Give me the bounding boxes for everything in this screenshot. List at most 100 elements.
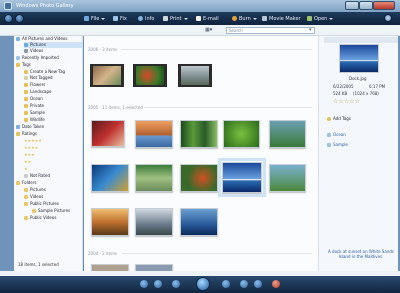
burn-menu[interactable]: Burn (232, 15, 257, 23)
toolbar: File Fix Info Print E-mail Burn Movie Ma… (0, 12, 400, 25)
photo-thumbnail[interactable] (269, 120, 306, 148)
rating-4-stars[interactable]: ★★★★ (24, 145, 38, 151)
fix-icon (113, 16, 118, 21)
video-thumbnail[interactable] (178, 64, 212, 87)
photo-thumbnail[interactable] (135, 264, 173, 271)
info-icon (138, 16, 143, 21)
preview-image (339, 44, 379, 73)
photo-thumbnail[interactable] (91, 164, 129, 192)
sidebar-item-folders[interactable]: Folders (16, 180, 36, 186)
close-button[interactable] (373, 1, 395, 10)
file-size: 524 KB (333, 91, 348, 96)
photo-thumbnail[interactable] (91, 208, 129, 236)
group-divider (122, 49, 312, 50)
photo-thumbnail[interactable] (223, 120, 260, 148)
rating-1-star[interactable]: ★ (24, 166, 28, 172)
app-icon (4, 2, 12, 10)
sidebar-item-ocean[interactable]: Ocean (24, 96, 43, 102)
selected-photo-thumbnail[interactable] (218, 158, 266, 197)
previous-button[interactable] (172, 280, 180, 288)
sidebar-item-videos[interactable]: Videos (24, 48, 43, 54)
add-tags-button[interactable]: Add Tags (327, 116, 351, 121)
video-thumbnail[interactable] (133, 64, 167, 87)
photo-thumbnail[interactable] (135, 208, 173, 236)
file-menu[interactable]: File (84, 15, 106, 23)
rotate-right-button[interactable] (254, 280, 262, 288)
maximize-button[interactable] (359, 1, 373, 10)
folder-icon (16, 181, 20, 185)
next-button[interactable] (222, 280, 230, 288)
sidebar-item-folder-pictures[interactable]: Pictures (24, 187, 46, 193)
image-caption[interactable]: A dock at sunset on White Sands Island i… (325, 249, 397, 259)
sidebar-item-not-tagged[interactable]: Not Tagged (24, 75, 53, 81)
chevron-down-icon (329, 17, 334, 20)
photos-icon (16, 37, 20, 41)
sidebar-item-landscape[interactable]: Landscape (24, 89, 52, 95)
photo-thumbnail[interactable] (91, 120, 125, 147)
rating-5-stars[interactable]: ★★★★★ (24, 138, 42, 144)
thumbnail-pane: 2006 - 3 items 2005 - 11 items, 1 select… (84, 36, 318, 271)
photo-thumbnail[interactable] (180, 164, 218, 192)
view-options-button[interactable]: ▦▾ (205, 27, 212, 34)
group-header[interactable]: 2004 - 2 items (88, 251, 117, 256)
pictures-icon (24, 43, 28, 47)
photo-thumbnail[interactable] (180, 120, 218, 148)
search-dropdown-icon[interactable]: ▾ (309, 27, 312, 34)
rating-2-stars[interactable]: ★★ (24, 159, 31, 165)
app-window: Windows Photo Gallery File Fix Info Prin… (0, 0, 400, 293)
rotate-left-button[interactable] (240, 280, 248, 288)
sidebar-item-public-videos[interactable]: Public Videos (24, 215, 56, 221)
disc-icon (232, 16, 237, 21)
sidebar-item-public-pictures[interactable]: Public Pictures (24, 201, 59, 207)
back-button[interactable] (4, 14, 13, 23)
rating-stars[interactable]: ☆☆☆☆☆ (333, 98, 360, 105)
delete-button[interactable] (272, 280, 280, 288)
sidebar-item-ratings[interactable]: Ratings (16, 131, 37, 137)
search-input[interactable]: Search (226, 27, 315, 34)
tag-icon (24, 104, 28, 108)
photo-thumbnail[interactable] (135, 120, 173, 148)
print-menu[interactable]: Print (163, 15, 188, 23)
sidebar-item-sample[interactable]: Sample (24, 110, 45, 116)
sidebar-item-recent[interactable]: Recently Imported (16, 55, 59, 61)
zoom-button[interactable] (140, 280, 148, 288)
info-button[interactable]: Info (138, 15, 154, 23)
sidebar-item-flowers[interactable]: Flowers (24, 82, 45, 88)
movie-maker-icon (262, 16, 267, 21)
photo-thumbnail[interactable] (91, 264, 129, 271)
sidebar-item-private[interactable]: Private (24, 103, 44, 109)
minimize-button[interactable] (345, 1, 359, 10)
help-button[interactable] (384, 14, 392, 22)
slideshow-button[interactable] (196, 277, 210, 291)
sidebar-item-wildlife[interactable]: Wildlife (24, 117, 45, 123)
rating-3-stars[interactable]: ★★★ (24, 152, 35, 158)
tag-icon (24, 83, 28, 87)
sidebar-item-tags[interactable]: Tags (16, 62, 31, 68)
sidebar-item-folder-videos[interactable]: Videos (24, 194, 43, 200)
forward-button[interactable] (15, 14, 24, 23)
image-dimensions: (1024 x 768) (353, 91, 379, 96)
tag-icon (24, 118, 28, 122)
photo-thumbnail[interactable] (135, 164, 173, 192)
chevron-down-icon (101, 17, 106, 20)
actual-size-button[interactable] (154, 280, 162, 288)
photo-thumbnail[interactable] (269, 164, 306, 192)
movie-maker-button[interactable]: Movie Maker (262, 15, 301, 23)
fix-button[interactable]: Fix (113, 15, 127, 23)
email-button[interactable]: E-mail (196, 15, 219, 23)
photo-thumbnail[interactable] (180, 208, 218, 236)
folder-icon (24, 188, 28, 192)
sidebar-item-sample-pictures[interactable]: Sample Pictures (32, 208, 70, 214)
sidebar-item-not-rated[interactable]: Not Rated (24, 173, 50, 179)
open-menu[interactable]: Open (307, 15, 334, 23)
tag-ocean[interactable]: Ocean (327, 132, 346, 137)
title-bar: Windows Photo Gallery (0, 0, 400, 12)
sidebar-item-date-taken[interactable]: Date Taken (16, 124, 44, 130)
email-icon (196, 16, 201, 21)
file-name[interactable]: Dock.jpg (349, 76, 367, 81)
group-header[interactable]: 2005 - 11 items, 1 selected (88, 105, 143, 110)
tag-sample[interactable]: Sample (327, 142, 348, 147)
video-thumbnail[interactable] (90, 64, 124, 87)
group-header[interactable]: 2006 - 3 items (88, 47, 117, 52)
file-icon (84, 16, 89, 21)
